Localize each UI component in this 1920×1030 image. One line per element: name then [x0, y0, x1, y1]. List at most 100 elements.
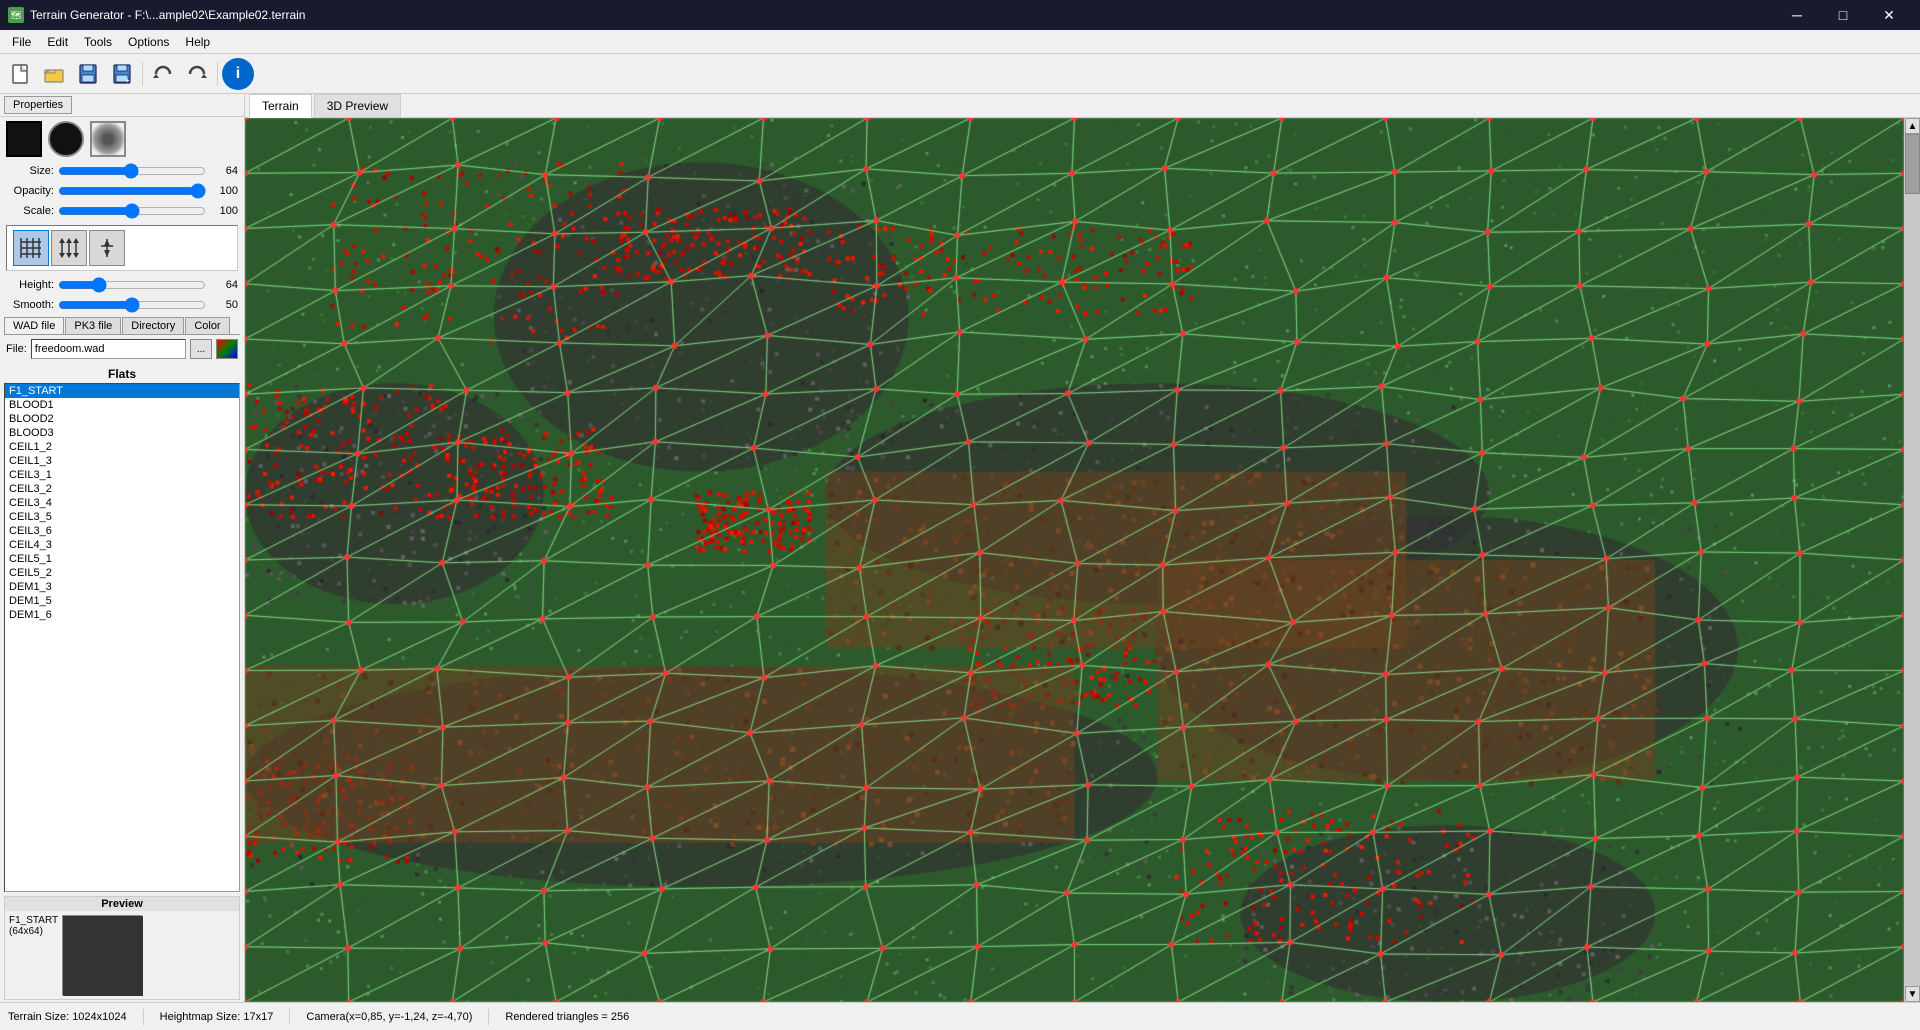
flat-item[interactable]: CEIL3_2 [5, 482, 239, 496]
flat-item[interactable]: CEIL3_5 [5, 510, 239, 524]
close-button[interactable]: ✕ [1866, 0, 1912, 30]
status-bar: Terrain Size: 1024x1024 Heightmap Size: … [0, 1002, 1920, 1030]
smooth-value: 50 [210, 299, 238, 311]
flats-header: Flats [4, 365, 240, 383]
scroll-thumb[interactable] [1905, 134, 1920, 194]
main-canvas[interactable] [245, 118, 1904, 1002]
smooth-slider-row: Smooth: 50 [0, 295, 244, 315]
menu-help[interactable]: Help [177, 33, 218, 51]
toolbar-sep-1 [142, 62, 143, 86]
brush-round[interactable] [48, 121, 84, 157]
scroll-down-arrow[interactable]: ▼ [1905, 986, 1920, 1002]
smooth-slider[interactable] [58, 297, 206, 313]
status-sep-1 [143, 1009, 144, 1025]
tab-terrain[interactable]: Terrain [249, 94, 312, 118]
flat-item[interactable]: CEIL3_1 [5, 468, 239, 482]
brush-row [0, 117, 244, 161]
terrain-canvas[interactable] [245, 118, 1904, 1002]
tab-3d-preview[interactable]: 3D Preview [314, 94, 401, 117]
scroll-track[interactable] [1905, 134, 1920, 986]
scroll-up-arrow[interactable]: ▲ [1905, 118, 1920, 134]
size-value: 64 [210, 165, 238, 177]
flat-item[interactable]: CEIL5_2 [5, 566, 239, 580]
opacity-slider[interactable] [58, 183, 206, 199]
flat-item[interactable]: F1_START [5, 384, 239, 398]
canvas-tabs: Terrain 3D Preview [245, 94, 1920, 118]
mode-raise-lower[interactable] [51, 230, 87, 266]
menu-edit[interactable]: Edit [39, 33, 76, 51]
minimize-button[interactable]: ─ [1774, 0, 1820, 30]
menu-tools[interactable]: Tools [76, 33, 120, 51]
tab-wad[interactable]: WAD file [4, 317, 64, 334]
flat-item[interactable]: CEIL3_6 [5, 524, 239, 538]
tab-directory[interactable]: Directory [122, 317, 184, 334]
menu-bar: File Edit Tools Options Help [0, 30, 1920, 54]
menu-file[interactable]: File [4, 33, 39, 51]
canvas-with-scroll: ▲ ▼ [245, 118, 1920, 1002]
new-button[interactable] [4, 58, 36, 90]
undo-button[interactable] [147, 58, 179, 90]
heightmap-size-status: Heightmap Size: 17x17 [160, 1011, 274, 1023]
mode-grid[interactable] [13, 230, 49, 266]
properties-tab-btn[interactable]: Properties [4, 96, 72, 114]
info-button[interactable]: i [222, 58, 254, 90]
preview-texture-size: (64x64) [9, 926, 58, 937]
status-sep-2 [289, 1009, 290, 1025]
redo-button[interactable] [181, 58, 213, 90]
flats-list[interactable]: F1_STARTBLOOD1BLOOD2BLOOD3CEIL1_2CEIL1_3… [4, 383, 240, 892]
mode-row [6, 225, 238, 271]
file-label: File: [6, 343, 27, 355]
scale-value: 100 [210, 205, 238, 217]
tab-color[interactable]: Color [185, 317, 229, 334]
preview-content: F1_START (64x64) [5, 911, 239, 999]
file-row: File: ... [0, 335, 244, 363]
tab-pk3[interactable]: PK3 file [65, 317, 121, 334]
height-label: Height: [6, 279, 54, 291]
opacity-label: Opacity: [6, 185, 54, 197]
preview-texture-name: F1_START [9, 915, 58, 926]
flat-item[interactable]: DEM1_5 [5, 594, 239, 608]
menu-options[interactable]: Options [120, 33, 177, 51]
camera-status: Camera(x=0,85, y=-1,24, z=-4,70) [306, 1011, 472, 1023]
opacity-slider-row: Opacity: 100 [0, 181, 244, 201]
mode-smooth[interactable] [89, 230, 125, 266]
preview-canvas [62, 915, 142, 995]
canvas-area: Terrain 3D Preview ▲ ▼ [245, 94, 1920, 1002]
flat-item[interactable]: CEIL3_4 [5, 496, 239, 510]
right-scrollbar[interactable]: ▲ ▼ [1904, 118, 1920, 1002]
maximize-button[interactable]: □ [1820, 0, 1866, 30]
preview-label-block: F1_START (64x64) [9, 915, 58, 995]
open-button[interactable] [38, 58, 70, 90]
flat-item[interactable]: BLOOD2 [5, 412, 239, 426]
flat-item[interactable]: CEIL5_1 [5, 552, 239, 566]
save-as-button[interactable]: + [106, 58, 138, 90]
save-button[interactable] [72, 58, 104, 90]
flat-item[interactable]: CEIL1_2 [5, 440, 239, 454]
flats-section: Flats F1_STARTBLOOD1BLOOD2BLOOD3CEIL1_2C… [4, 365, 240, 892]
size-slider[interactable] [58, 163, 206, 179]
flat-item[interactable]: CEIL4_3 [5, 538, 239, 552]
scale-slider[interactable] [58, 203, 206, 219]
size-slider-row: Size: 64 [0, 161, 244, 181]
flat-item[interactable]: CEIL1_3 [5, 454, 239, 468]
color-picker-button[interactable] [216, 339, 238, 359]
scale-slider-row: Scale: 100 [0, 201, 244, 221]
triangles-status: Rendered triangles = 256 [505, 1011, 629, 1023]
size-label: Size: [6, 165, 54, 177]
flat-item[interactable]: BLOOD1 [5, 398, 239, 412]
toolbar: + i [0, 54, 1920, 94]
window-title: Terrain Generator - F:\...ample02\Exampl… [30, 8, 305, 22]
texture-tabs: WAD file PK3 file Directory Color [4, 317, 240, 335]
flat-item[interactable]: DEM1_3 [5, 580, 239, 594]
svg-text:+: + [125, 76, 130, 85]
brush-soft[interactable] [90, 121, 126, 157]
file-browse-button[interactable]: ... [190, 339, 212, 359]
left-panel: Properties Size: 64 Opacity: 100 Scale: … [0, 94, 245, 1002]
brush-square[interactable] [6, 121, 42, 157]
flat-item[interactable]: BLOOD3 [5, 426, 239, 440]
opacity-value: 100 [210, 185, 238, 197]
terrain-size-status: Terrain Size: 1024x1024 [8, 1011, 127, 1023]
file-input[interactable] [31, 339, 186, 359]
height-slider[interactable] [58, 277, 206, 293]
flat-item[interactable]: DEM1_6 [5, 608, 239, 622]
